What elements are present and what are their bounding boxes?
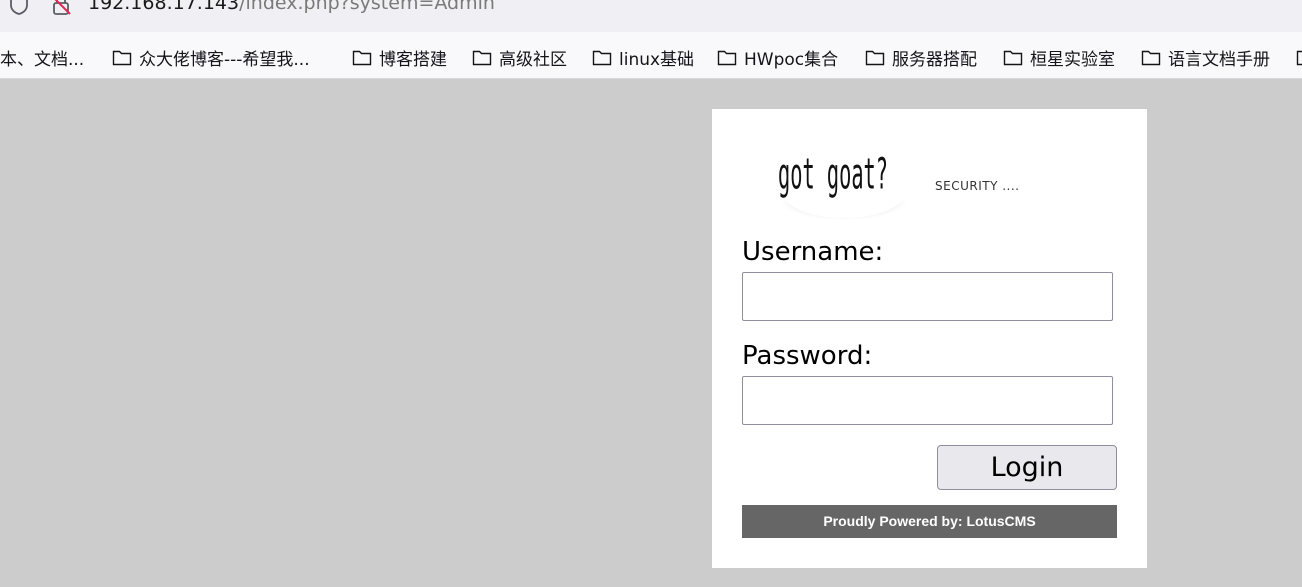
insecure-lock-icon[interactable] [50, 0, 72, 16]
bookmark-label: 众大佬博客---希望我... [139, 49, 310, 70]
bookmark-label: 高级社区 [499, 49, 567, 70]
logo-text: got goat? [778, 149, 888, 199]
folder-icon [592, 50, 612, 65]
browser-chrome: 192.168.17.143/index.php?system=Admin 本、… [0, 0, 1302, 79]
folder-icon [1296, 50, 1302, 65]
bookmarks-toolbar: 本、文档... 众大佬博客---希望我... 博客搭建 高级社区 linux基础… [0, 40, 1302, 74]
folder-icon [352, 50, 372, 65]
bookmark-folder[interactable]: 博客搭建 [352, 44, 447, 70]
username-input[interactable] [742, 272, 1113, 321]
bookmark-folder[interactable]: 桓星实验室 [1003, 44, 1115, 70]
bookmark-label: 语言文档手册 [1168, 49, 1270, 70]
bookmark-folder[interactable]: 语言文档手册 [1141, 44, 1270, 70]
got-goat-logo: got goat? [778, 149, 907, 219]
url-path: /index.php?system=Admin [239, 0, 495, 14]
url-host: 192.168.17.143 [88, 0, 240, 14]
bookmark-folder[interactable]: 高级社区 [472, 44, 567, 70]
bookmark-label: HWpoc集合 [744, 49, 839, 70]
username-label: Username: [742, 237, 884, 267]
folder-icon [472, 50, 492, 65]
password-label: Password: [742, 341, 873, 371]
bookmark-folder-overflow[interactable] [1296, 44, 1302, 70]
bookmark-folder[interactable]: 众大佬博客---希望我... [112, 44, 310, 70]
bookmark-label: 服务器搭配 [892, 49, 977, 70]
powered-by-footer: Proudly Powered by: LotusCMS [742, 505, 1117, 538]
bookmark-label: 桓星实验室 [1030, 49, 1115, 70]
bookmark-label: 博客搭建 [379, 49, 447, 70]
bookmark-folder[interactable]: 服务器搭配 [865, 44, 977, 70]
folder-icon [717, 50, 737, 65]
folder-icon [112, 50, 132, 65]
password-input[interactable] [742, 376, 1113, 425]
address-bar[interactable]: 192.168.17.143/index.php?system=Admin [0, 0, 1302, 32]
bookmark-label: linux基础 [619, 49, 695, 70]
url-text[interactable]: 192.168.17.143/index.php?system=Admin [88, 0, 495, 14]
login-panel: got goat? SECURITY .... Username: Passwo… [712, 109, 1147, 568]
bookmark-folder[interactable]: HWpoc集合 [717, 44, 838, 70]
folder-icon [1141, 50, 1161, 65]
bookmark-folder[interactable]: linux基础 [592, 44, 694, 70]
folder-icon [865, 50, 885, 65]
bookmark-item[interactable]: 本、文档... [0, 44, 84, 70]
tagline: SECURITY .... [935, 179, 1020, 193]
bookmark-label: 本、文档... [0, 49, 85, 70]
shield-icon[interactable] [8, 0, 30, 16]
login-button[interactable]: Login [937, 445, 1117, 490]
folder-icon [1003, 50, 1023, 65]
